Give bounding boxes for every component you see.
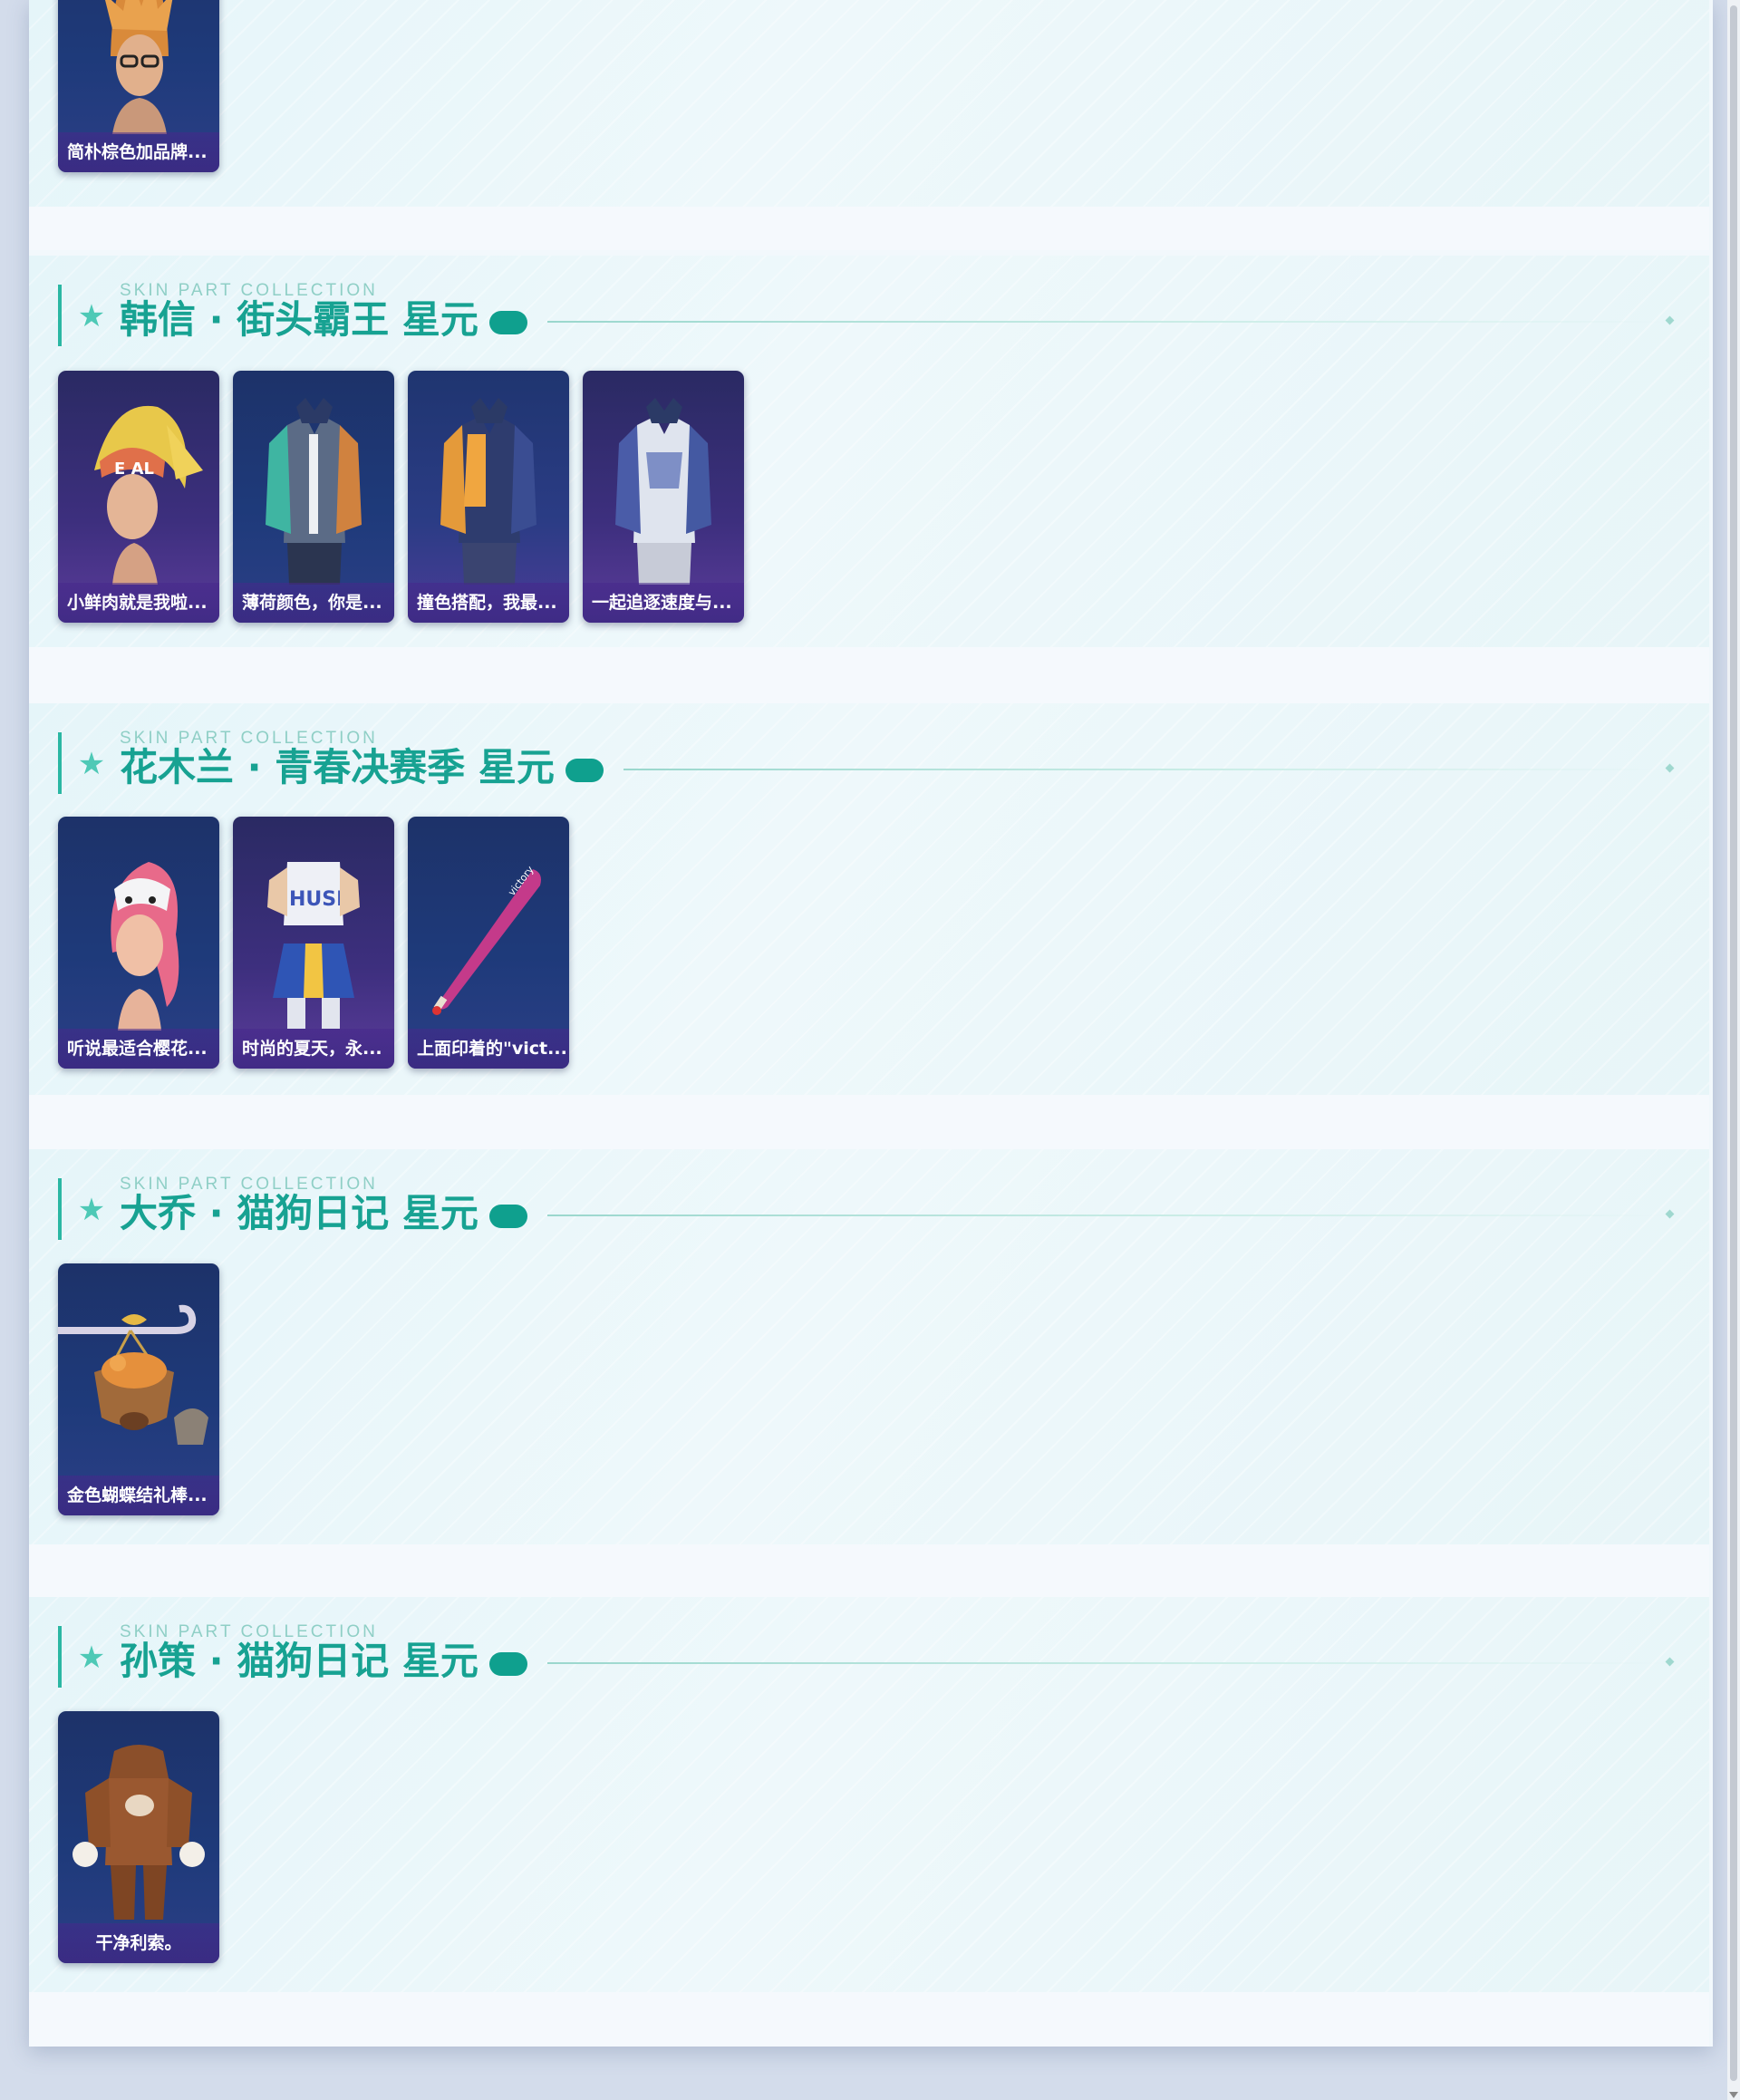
jacket-icon (440, 398, 536, 585)
scrollbar[interactable] (1727, 0, 1740, 2100)
section-title: 孙策 · 猫狗日记 星元 (120, 1639, 478, 1683)
page-panel: 简朴棕色加品牌... ★ SKIN PART COLLECTION 韩信 · 街… (29, 0, 1713, 2047)
card-list: 简朴棕色加品牌... (58, 0, 219, 172)
accent-bar (58, 732, 62, 794)
title-row: 韩信 · 街头霸王 星元 (120, 297, 1671, 343)
star-icon: ★ (77, 1192, 106, 1228)
section-header: ★ SKIN PART COLLECTION 孙策 · 猫狗日记 星元 (58, 1622, 1698, 1689)
card-list: 金色蝴蝶结礼棒... (58, 1263, 219, 1515)
pill-badge (488, 311, 527, 334)
hero-head-icon (111, 862, 179, 1031)
card-list: 干净利索。 (58, 1711, 219, 1963)
divider-line (623, 769, 1666, 770)
star-icon: ★ (77, 1640, 106, 1676)
card-label: 小鲜肉就是我啦... (58, 583, 219, 623)
pill-badge (488, 1205, 527, 1228)
card-label: 简朴棕色加品牌... (58, 132, 219, 172)
section-title: 花木兰 · 青春决赛季 星元 (120, 745, 555, 789)
skin-card[interactable]: victory 上面印着的"vict... (408, 817, 569, 1069)
star-icon: ★ (77, 298, 106, 334)
title-row: 大乔 · 猫狗日记 星元 (120, 1191, 1671, 1236)
baseball-bat-icon: victory (432, 864, 541, 1015)
skin-card[interactable]: 薄荷颜色，你是... (233, 371, 394, 623)
section-header: ★ SKIN PART COLLECTION 花木兰 · 青春决赛季 星元 (58, 729, 1698, 796)
section-title: 韩信 · 街头霸王 星元 (120, 297, 478, 342)
card-label: 一起追逐速度与... (583, 583, 744, 623)
skin-card[interactable]: 一起追逐速度与... (583, 371, 744, 623)
card-list: 听说最适合樱花... HUSN 时尚的夏天，永... victory 上面印着的… (58, 817, 569, 1069)
section-header: ★ SKIN PART COLLECTION 韩信 · 街头霸王 星元 (58, 281, 1698, 348)
hero-head-icon: E AL (94, 405, 203, 585)
section-da-qiao: ★ SKIN PART COLLECTION 大乔 · 猫狗日记 星元 金色蝴蝶… (29, 1149, 1709, 1544)
section-separator (29, 1095, 1709, 1153)
section-han-xin: ★ SKIN PART COLLECTION 韩信 · 街头霸王 星元 E AL (29, 256, 1709, 647)
section-separator (29, 647, 1709, 703)
scroll-down-arrow-icon[interactable] (1729, 2092, 1738, 2098)
title-row: 孙策 · 猫狗日记 星元 (120, 1639, 1671, 1684)
section-separator (29, 207, 1709, 250)
star-icon: ★ (77, 746, 106, 782)
card-label: 干净利索。 (58, 1923, 219, 1963)
skin-card[interactable]: E AL 小鲜肉就是我啦... (58, 371, 219, 623)
card-label: 薄荷颜色，你是... (233, 583, 394, 623)
section-title: 大乔 · 猫狗日记 星元 (120, 1191, 478, 1235)
skin-card[interactable]: 金色蝴蝶结礼棒... (58, 1263, 219, 1515)
card-list: E AL 小鲜肉就是我啦... 薄荷颜色，你是... 撞色搭配，我最... 一起… (58, 371, 744, 623)
divider-line (546, 1215, 1671, 1216)
card-label: 撞色搭配，我最... (408, 583, 569, 623)
section-sun-ce: ★ SKIN PART COLLECTION 孙策 · 猫狗日记 星元 干净利索… (29, 1597, 1709, 1992)
section-header: ★ SKIN PART COLLECTION 大乔 · 猫狗日记 星元 (58, 1175, 1698, 1242)
section-top: 简朴棕色加品牌... (29, 0, 1709, 207)
skin-card[interactable]: 简朴棕色加品牌... (58, 0, 219, 172)
scrollbar-thumb[interactable] (1730, 5, 1737, 2081)
accent-bar (58, 285, 62, 346)
jacket-icon (266, 398, 362, 585)
pill-badge (488, 1652, 527, 1676)
cheer-outfit-icon: HUSN (267, 862, 360, 1029)
divider-line (546, 321, 1671, 323)
skin-card[interactable]: 撞色搭配，我最... (408, 371, 569, 623)
section-separator (29, 1992, 1709, 2047)
section-separator (29, 1544, 1709, 1599)
accent-bar (58, 1178, 62, 1240)
title-row: 花木兰 · 青春决赛季 星元 (120, 745, 1666, 790)
card-label: 听说最适合樱花... (58, 1029, 219, 1069)
card-label: 金色蝴蝶结礼棒... (58, 1476, 219, 1515)
skin-card[interactable]: HUSN 时尚的夏天，永... (233, 817, 394, 1069)
accent-bar (58, 1626, 62, 1688)
hero-head-icon (105, 0, 173, 134)
skin-card[interactable]: 听说最适合樱花... (58, 817, 219, 1069)
skin-card[interactable]: 干净利索。 (58, 1711, 219, 1963)
pill-badge (565, 759, 604, 782)
section-hua-mulan: ★ SKIN PART COLLECTION 花木兰 · 青春决赛季 星元 听说… (29, 703, 1709, 1095)
diamond-icon (1665, 763, 1675, 773)
brown-hoodie-icon (72, 1745, 205, 1920)
jacket-icon (615, 398, 711, 585)
card-label: 时尚的夏天，永... (233, 1029, 394, 1069)
divider-line (546, 1662, 1671, 1664)
cat-basket-staff-icon (58, 1304, 208, 1445)
card-label: 上面印着的"vict... (408, 1029, 569, 1069)
svg-text:E AL: E AL (114, 460, 154, 479)
